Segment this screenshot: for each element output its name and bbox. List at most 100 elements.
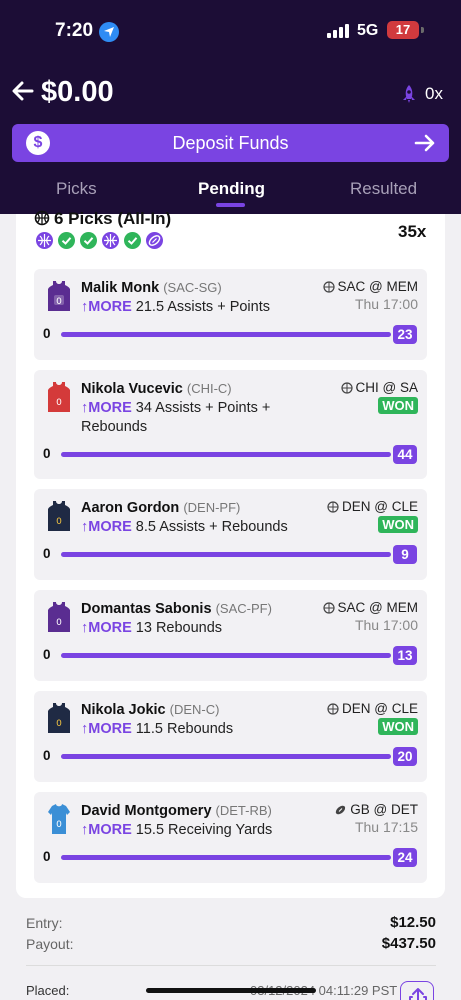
entry-title: 6 Picks (All-In) (34, 209, 171, 229)
current-value: 9 (393, 545, 417, 564)
tab-picks[interactable]: Picks (56, 179, 97, 199)
jersey-icon: 0 (48, 703, 70, 733)
svg-text:0: 0 (56, 517, 62, 527)
pick-card[interactable]: 0 Domantas Sabonis (SAC-PF) ↑MORE 13 Reb… (34, 590, 427, 681)
current-value: 24 (393, 848, 417, 867)
matchup: DEN @ CLE (327, 499, 418, 514)
account-balance: $0.00 (41, 76, 114, 108)
matchup: SAC @ MEM (322, 600, 418, 615)
svg-text:0: 0 (56, 618, 62, 628)
pick-line: ↑MORE 8.5 Assists + Rebounds (81, 519, 288, 535)
basketball-icon (327, 501, 339, 513)
progress-start: 0 (43, 326, 51, 341)
share-icon (409, 988, 427, 1000)
pick-card[interactable]: 0 Aaron Gordon (DEN-PF) ↑MORE 8.5 Assist… (34, 489, 427, 580)
pick-card[interactable]: 0 Nikola Vucevic (CHI-C) ↑MORE 34 Assist… (34, 370, 427, 479)
app-header: 7:20 5G 17 $0.00 0x $ Deposit Funds Pick… (0, 0, 461, 214)
current-value: 13 (393, 646, 417, 665)
pick-card[interactable]: 0 Nikola Jokic (DEN-C) ↑MORE 11.5 Reboun… (34, 691, 427, 782)
tab-bar: Picks Pending Resulted (0, 170, 461, 214)
basketball-icon (327, 703, 339, 715)
player-name: Malik Monk (SAC-SG) (81, 280, 222, 296)
progress-bar (61, 653, 391, 658)
jersey-icon: 0 (48, 281, 70, 311)
basketball-icon (34, 210, 50, 226)
player-name: Nikola Vucevic (CHI-C) (81, 381, 232, 397)
share-button[interactable] (400, 981, 434, 1000)
deposit-funds-button[interactable]: $ Deposit Funds (12, 124, 449, 162)
progress-bar (61, 332, 391, 337)
tab-pending[interactable]: Pending (198, 179, 265, 199)
back-arrow-icon[interactable] (12, 80, 34, 102)
basketball-icon (340, 382, 353, 394)
multiplier-badge[interactable]: 0x (425, 84, 443, 104)
game-time: Thu 17:15 (354, 819, 418, 835)
leg-won-check-icon (58, 232, 75, 249)
jersey-icon: 0 (48, 804, 70, 834)
pick-line: ↑MORE 11.5 Rebounds (81, 721, 234, 737)
pick-line: ↑MORE 21.5 Assists + Points (81, 299, 270, 315)
entry-multiplier: 35x (398, 222, 427, 241)
placed-label: Placed: (26, 983, 70, 998)
entry-amount: $12.50 (390, 914, 436, 931)
won-badge: WON (378, 718, 418, 735)
pick-card[interactable]: 0 Malik Monk (SAC-SG) ↑MORE 21.5 Assists… (34, 269, 427, 360)
jersey-icon: 0 (48, 501, 70, 531)
leg-football-icon (146, 232, 163, 249)
basketball-icon (322, 602, 335, 614)
battery-icon: 17 (387, 21, 419, 39)
leg-basketball-icon (102, 232, 119, 249)
pick-line: ↑MORE 13 Rebounds (81, 620, 223, 636)
leg-won-check-icon (80, 232, 97, 249)
progress-start: 0 (43, 546, 51, 561)
svg-text:0: 0 (56, 719, 62, 729)
arrow-right-icon (414, 134, 435, 152)
leg-basketball-icon (36, 232, 53, 249)
progress-start: 0 (43, 748, 51, 763)
tab-resulted[interactable]: Resulted (350, 179, 417, 199)
player-name: Nikola Jokic (DEN-C) (81, 702, 220, 718)
matchup: SAC @ MEM (322, 279, 418, 294)
jersey-icon: 0 (48, 382, 70, 412)
player-name: Domantas Sabonis (SAC-PF) (81, 601, 272, 617)
progress-bar (61, 855, 391, 860)
player-name: David Montgomery (DET-RB) (81, 803, 272, 819)
progress-bar (61, 552, 391, 557)
active-tab-indicator (216, 203, 245, 207)
cellular-signal-icon (327, 24, 349, 38)
entry-title-text: 6 Picks (All-In) (54, 209, 172, 228)
payout-amount: $437.50 (381, 935, 436, 952)
rocket-icon[interactable] (400, 84, 418, 104)
current-value: 44 (393, 445, 417, 464)
entry-label: Entry: (26, 915, 63, 931)
progress-bar (61, 754, 391, 759)
player-name: Aaron Gordon (DEN-PF) (81, 500, 241, 516)
football-icon (336, 805, 346, 815)
game-time: Thu 17:00 (354, 617, 418, 633)
progress-start: 0 (43, 849, 51, 864)
network-type: 5G (357, 22, 379, 39)
current-value: 23 (393, 325, 417, 344)
pick-line: ↑MORE 34 Assists + Points + Rebounds (81, 400, 271, 435)
divider (26, 965, 436, 966)
game-time: Thu 17:00 (354, 296, 418, 312)
matchup: GB @ DET (334, 802, 418, 817)
leg-won-check-icon (124, 232, 141, 249)
deposit-label: Deposit Funds (172, 133, 289, 153)
won-badge: WON (378, 516, 418, 533)
jersey-icon: 0 (48, 602, 70, 632)
status-bar: 7:20 5G 17 (0, 0, 461, 60)
pick-line: ↑MORE 15.5 Receiving Yards (81, 822, 273, 838)
basketball-icon (322, 281, 335, 293)
home-indicator[interactable] (146, 988, 316, 993)
progress-start: 0 (43, 647, 51, 662)
location-arrow-icon (99, 22, 119, 42)
progress-start: 0 (43, 446, 51, 461)
won-badge: WON (378, 397, 418, 414)
svg-text:0: 0 (56, 398, 62, 408)
matchup: CHI @ SA (340, 380, 418, 395)
payout-label: Payout: (26, 936, 74, 952)
svg-text:0: 0 (56, 820, 62, 830)
progress-bar (61, 452, 391, 457)
pick-card[interactable]: 0 David Montgomery (DET-RB) ↑MORE 15.5 R… (34, 792, 427, 883)
